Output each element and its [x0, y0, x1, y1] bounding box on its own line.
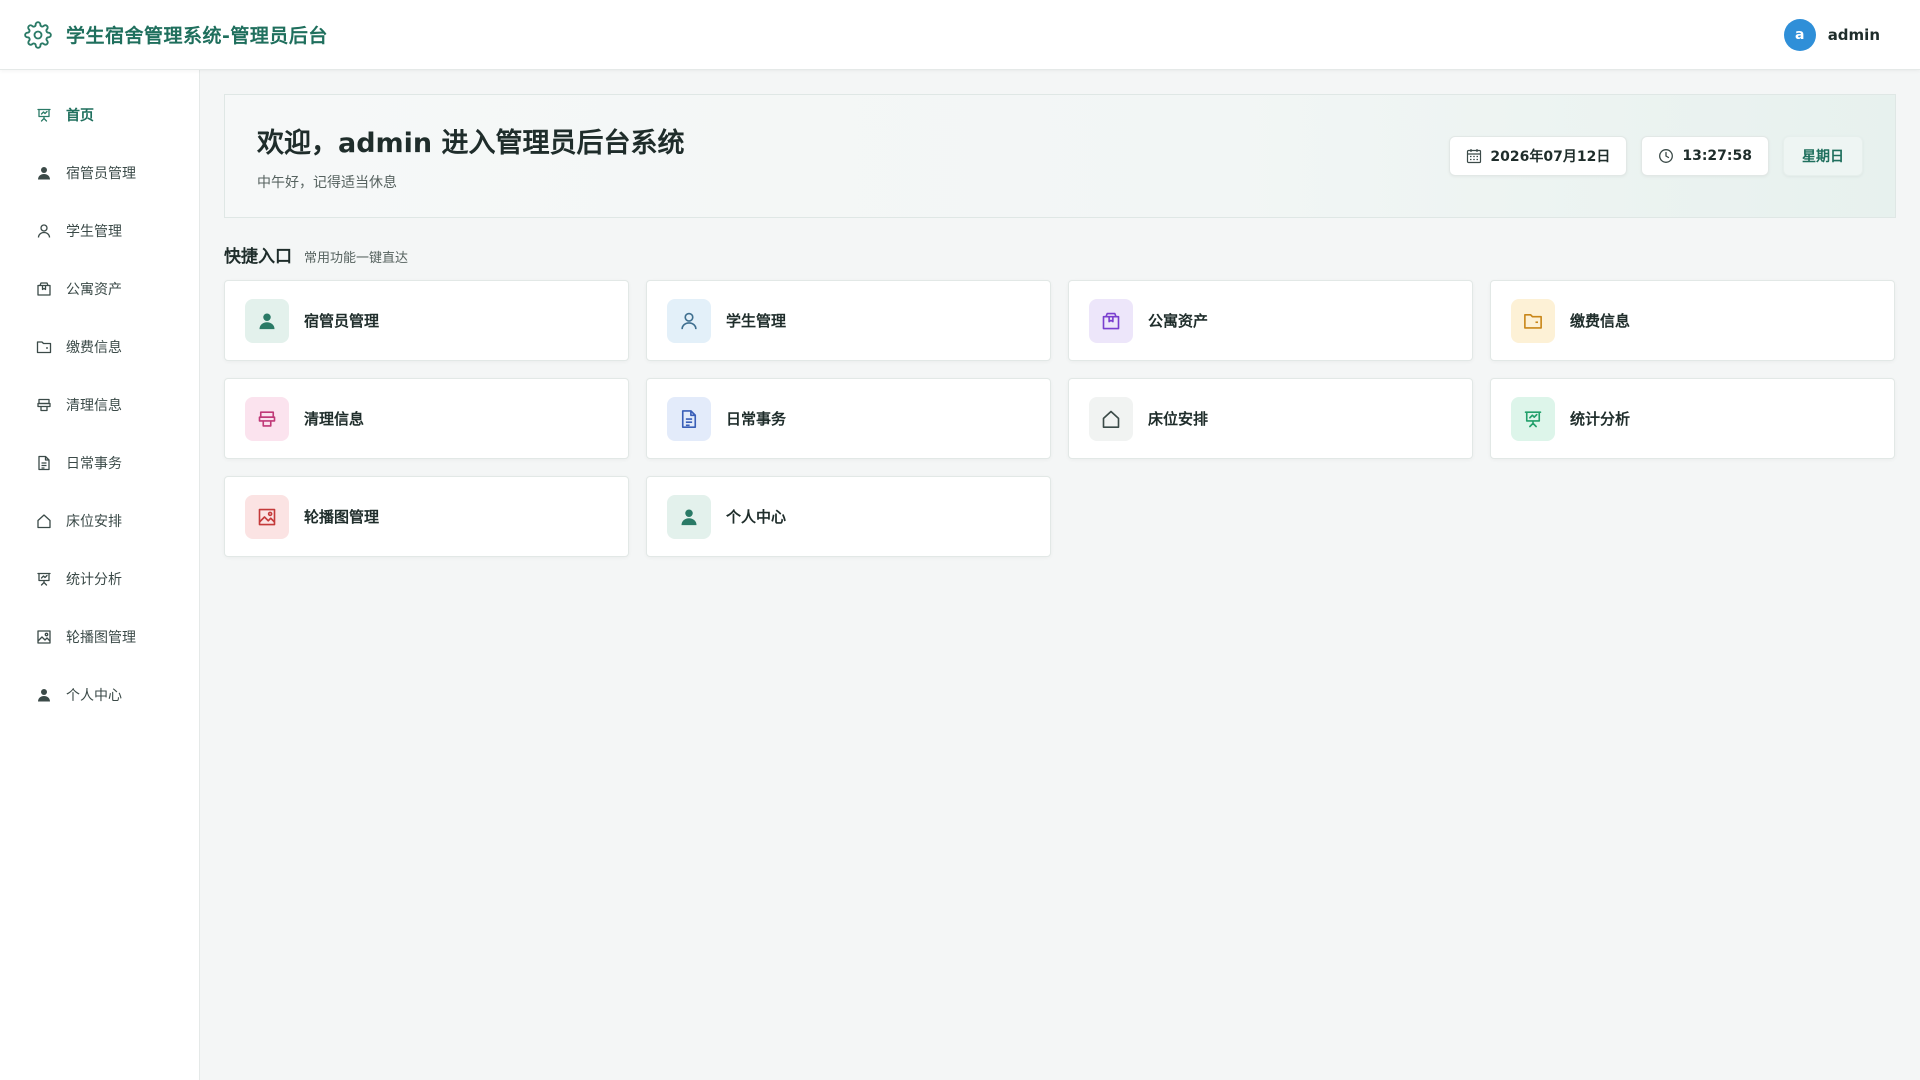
- quick-card-label: 清理信息: [304, 410, 365, 428]
- house-icon: [36, 513, 52, 529]
- user-filled-icon: [259, 313, 275, 329]
- user-filled-icon: [36, 165, 52, 181]
- quick-card-students[interactable]: 学生管理: [646, 280, 1051, 361]
- house-icon: [1102, 410, 1120, 428]
- sidebar-item-students[interactable]: 学生管理: [0, 202, 199, 260]
- sidebar-item-home[interactable]: 首页: [0, 86, 199, 144]
- user-menu[interactable]: a admin: [1783, 18, 1896, 51]
- sidebar-item-label: 床位安排: [66, 514, 122, 530]
- sidebar-item-payments[interactable]: 缴费信息: [0, 318, 199, 376]
- gear-icon[interactable]: [24, 20, 52, 49]
- box-icon: [36, 281, 52, 297]
- sidebar-item-label: 宿管员管理: [66, 166, 136, 182]
- sidebar-item-label: 学生管理: [66, 224, 122, 240]
- quick-card-label: 公寓资产: [1148, 312, 1209, 330]
- sidebar: 首页 宿管员管理 学生管理 公寓资产 缴费信息 清理信息 日常事务 床位安排 统…: [0, 70, 200, 1080]
- box-icon: [1102, 312, 1120, 329]
- datetime-badges: 2026年07月12日 13:27:58 星期日: [1449, 136, 1863, 176]
- sidebar-item-label: 缴费信息: [66, 340, 122, 356]
- sidebar-item-daily-affairs[interactable]: 日常事务: [0, 434, 199, 492]
- quick-card-cleaning[interactable]: 清理信息: [224, 378, 629, 459]
- quick-card-icon: [667, 396, 711, 441]
- quick-card-icon: [1511, 298, 1555, 343]
- folder-icon: [1524, 313, 1542, 329]
- app-title: 学生宿舍管理系统-管理员后台: [66, 25, 328, 47]
- quick-card-profile[interactable]: 个人中心: [646, 476, 1051, 557]
- quick-card-label: 床位安排: [1148, 410, 1209, 428]
- user-filled-icon: [681, 509, 697, 525]
- quick-card-carousel[interactable]: 轮播图管理: [224, 476, 629, 557]
- quick-card-label: 轮播图管理: [304, 508, 380, 526]
- sidebar-item-statistics[interactable]: 统计分析: [0, 550, 199, 608]
- user-outline-icon: [36, 223, 52, 239]
- weekday-badge: 星期日: [1783, 136, 1863, 176]
- username[interactable]: admin: [1828, 26, 1880, 44]
- sidebar-item-cleaning[interactable]: 清理信息: [0, 376, 199, 434]
- section-title: 快捷入口: [224, 247, 292, 267]
- quick-card-beds[interactable]: 床位安排: [1068, 378, 1473, 459]
- quick-card-label: 日常事务: [726, 410, 787, 428]
- quick-access-grid: 宿管员管理 学生管理 公寓资产 缴费信息 清理信息 日常事务 床位安排 统计分析…: [224, 280, 1896, 557]
- quick-card-icon: [1089, 298, 1133, 343]
- date-text: 2026年07月12日: [1490, 149, 1611, 165]
- quick-card-label: 宿管员管理: [304, 312, 380, 330]
- quick-card-icon: [667, 494, 711, 539]
- quick-card-icon: [1089, 396, 1133, 441]
- brand: 学生宿舍管理系统-管理员后台: [24, 20, 328, 49]
- sidebar-item-label: 清理信息: [66, 398, 122, 414]
- sidebar-item-dorm-managers[interactable]: 宿管员管理: [0, 144, 199, 202]
- document-icon: [36, 455, 52, 471]
- presentation-board-icon: [1524, 410, 1542, 427]
- section-subtitle: 常用功能一键直达: [304, 251, 409, 266]
- presentation-board-icon: [36, 107, 52, 123]
- welcome-text: 欢迎，admin 进入管理员后台系统 中午好，记得适当休息: [257, 121, 685, 192]
- quick-card-icon: [667, 298, 711, 343]
- avatar[interactable]: a: [1783, 18, 1816, 51]
- user-outline-icon: [681, 312, 697, 329]
- main-content: 欢迎，admin 进入管理员后台系统 中午好，记得适当休息 2026年07月12…: [224, 94, 1896, 557]
- user-filled-icon: [36, 687, 52, 703]
- sidebar-item-label: 公寓资产: [66, 282, 122, 298]
- image-icon: [258, 508, 276, 525]
- quick-card-label: 个人中心: [726, 508, 787, 526]
- welcome-title: 欢迎，admin 进入管理员后台系统: [257, 127, 685, 159]
- quick-card-label: 缴费信息: [1570, 312, 1631, 330]
- quick-card-label: 统计分析: [1570, 410, 1631, 428]
- quick-card-dorm-managers[interactable]: 宿管员管理: [224, 280, 629, 361]
- welcome-subtitle: 中午好，记得适当休息: [257, 174, 397, 191]
- clock-icon: [1658, 148, 1674, 164]
- sidebar-item-label: 个人中心: [66, 688, 122, 704]
- sidebar-item-label: 统计分析: [66, 572, 122, 588]
- quick-card-assets[interactable]: 公寓资产: [1068, 280, 1473, 361]
- quick-card-icon: [245, 298, 289, 343]
- welcome-banner: 欢迎，admin 进入管理员后台系统 中午好，记得适当休息 2026年07月12…: [224, 94, 1896, 218]
- cleaning-tool-icon: [36, 397, 52, 413]
- weekday-text: 星期日: [1802, 149, 1844, 165]
- top-header: 学生宿舍管理系统-管理员后台 a admin: [0, 0, 1920, 70]
- sidebar-item-assets[interactable]: 公寓资产: [0, 260, 199, 318]
- sidebar-item-label: 首页: [66, 108, 94, 124]
- sidebar-item-beds[interactable]: 床位安排: [0, 492, 199, 550]
- date-badge: 2026年07月12日: [1449, 136, 1628, 176]
- sidebar-item-carousel[interactable]: 轮播图管理: [0, 608, 199, 666]
- quick-access-header: 快捷入口 常用功能一键直达: [224, 242, 1896, 267]
- calendar-icon: [1466, 148, 1482, 164]
- time-badge: 13:27:58: [1641, 136, 1769, 176]
- quick-card-payments[interactable]: 缴费信息: [1490, 280, 1895, 361]
- folder-icon: [36, 339, 52, 355]
- quick-card-label: 学生管理: [726, 312, 787, 330]
- sidebar-item-label: 轮播图管理: [66, 630, 136, 646]
- quick-card-daily-affairs[interactable]: 日常事务: [646, 378, 1051, 459]
- image-icon: [36, 629, 52, 645]
- quick-card-statistics[interactable]: 统计分析: [1490, 378, 1895, 459]
- document-icon: [681, 409, 697, 428]
- cleaning-tool-icon: [258, 410, 276, 427]
- time-text: 13:27:58: [1682, 148, 1752, 164]
- quick-card-icon: [1511, 396, 1555, 441]
- sidebar-item-label: 日常事务: [66, 456, 122, 472]
- presentation-board-icon: [36, 571, 52, 587]
- sidebar-item-profile[interactable]: 个人中心: [0, 666, 199, 724]
- quick-card-icon: [245, 396, 289, 441]
- quick-card-icon: [245, 494, 289, 539]
